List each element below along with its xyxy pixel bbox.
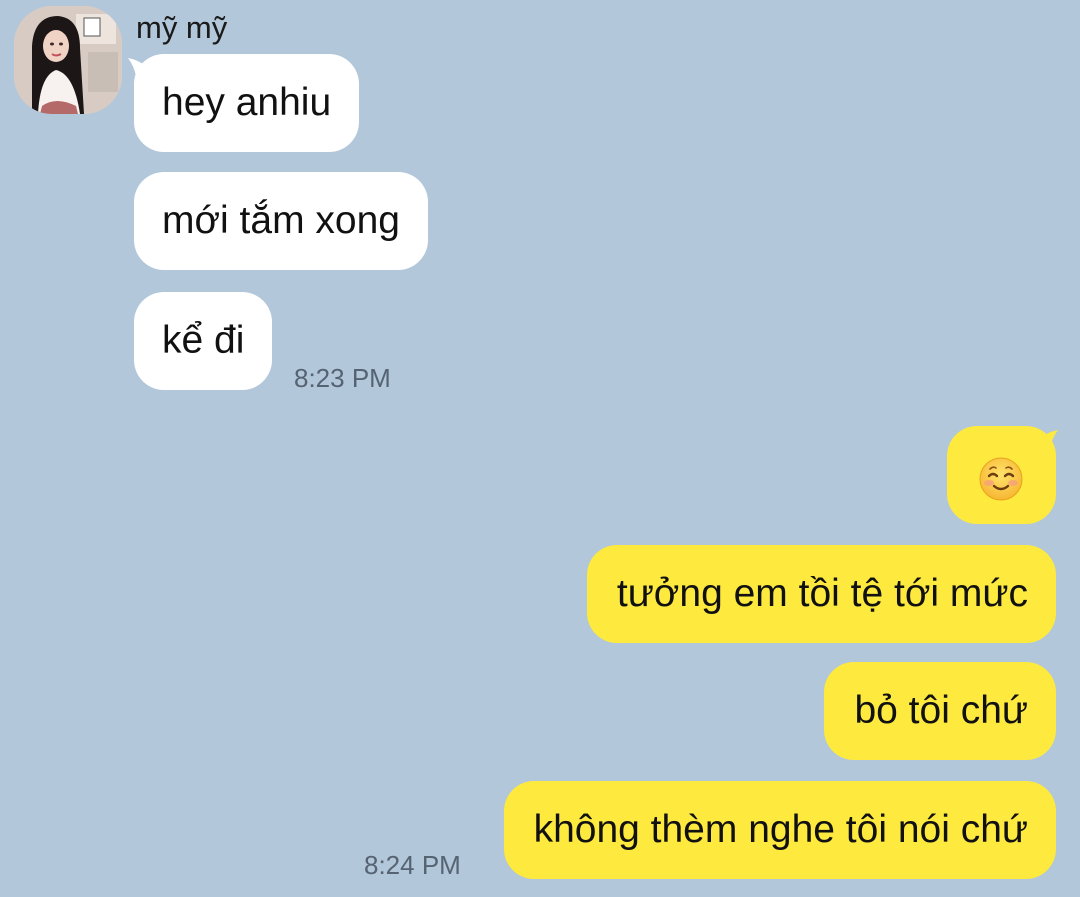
message-text: bỏ tôi chứ bbox=[854, 689, 1028, 732]
incoming-message[interactable]: mới tắm xong bbox=[134, 172, 428, 270]
outgoing-message[interactable]: không thèm nghe tôi nói chứ bbox=[503, 781, 1056, 879]
incoming-message[interactable]: kể đi bbox=[134, 292, 273, 390]
outgoing-timestamp: 8:24 PM bbox=[364, 850, 461, 880]
incoming-timestamp: 8:23 PM bbox=[294, 363, 391, 393]
incoming-message[interactable]: hey anhiu bbox=[134, 54, 360, 152]
smiling-face-icon bbox=[979, 457, 1023, 501]
message-text: mới tắm xong bbox=[162, 199, 400, 242]
message-text: hey anhiu bbox=[162, 81, 332, 124]
outgoing-message[interactable] bbox=[947, 426, 1056, 524]
message-text: không thèm nghe tôi nói chứ bbox=[533, 808, 1028, 851]
contact-name: mỹ mỹ bbox=[136, 10, 228, 45]
message-text: tưởng em tồi tệ tới mức bbox=[616, 572, 1028, 615]
message-text: kể đi bbox=[162, 319, 245, 362]
outgoing-message[interactable]: tưởng em tồi tệ tới mức bbox=[586, 545, 1056, 643]
contact-avatar[interactable] bbox=[14, 6, 122, 114]
outgoing-message[interactable]: bỏ tôi chứ bbox=[824, 662, 1056, 760]
